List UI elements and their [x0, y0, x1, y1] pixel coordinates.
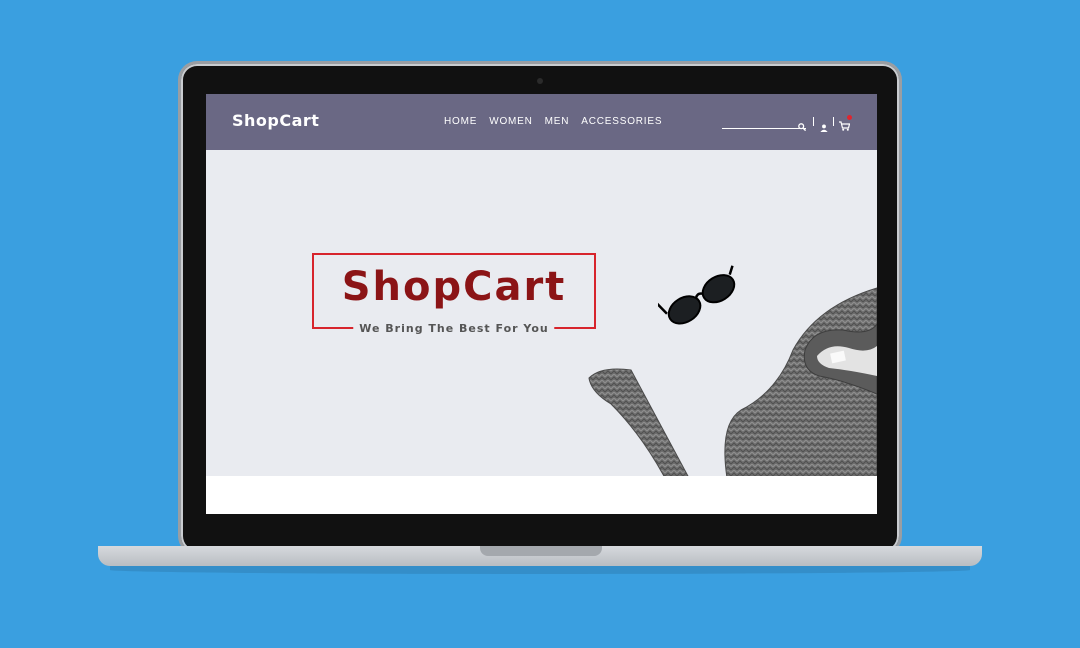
search-icon[interactable] [798, 116, 807, 135]
nav-home[interactable]: HOME [444, 116, 477, 127]
nav-men[interactable]: MEN [545, 116, 570, 127]
webcam [537, 78, 543, 84]
laptop-notch [480, 546, 602, 556]
nav-women[interactable]: WOMEN [489, 116, 532, 127]
search-input[interactable] [722, 114, 796, 129]
nav-accessories[interactable]: ACCESSORIES [581, 116, 662, 127]
hero-title: ShopCart [341, 264, 567, 310]
user-icon[interactable] [820, 117, 828, 136]
sweater-image [588, 287, 877, 476]
site-logo[interactable]: ShopCart [232, 111, 319, 130]
divider [833, 117, 834, 126]
search-box[interactable] [722, 114, 807, 132]
laptop-screen: ShopCart HOME WOMEN MEN ACCESSORIES Shop… [206, 94, 877, 514]
main-nav: HOME WOMEN MEN ACCESSORIES [444, 116, 662, 127]
brand-frame: ShopCart We Bring The Best For You [312, 253, 596, 335]
hero-tagline: We Bring The Best For You [353, 322, 555, 335]
site-header: ShopCart HOME WOMEN MEN ACCESSORIES [206, 94, 877, 150]
hero-banner: ShopCart We Bring The Best For You [206, 150, 877, 476]
laptop-shadow [110, 566, 970, 574]
divider [813, 117, 814, 126]
cart-badge [847, 115, 852, 120]
